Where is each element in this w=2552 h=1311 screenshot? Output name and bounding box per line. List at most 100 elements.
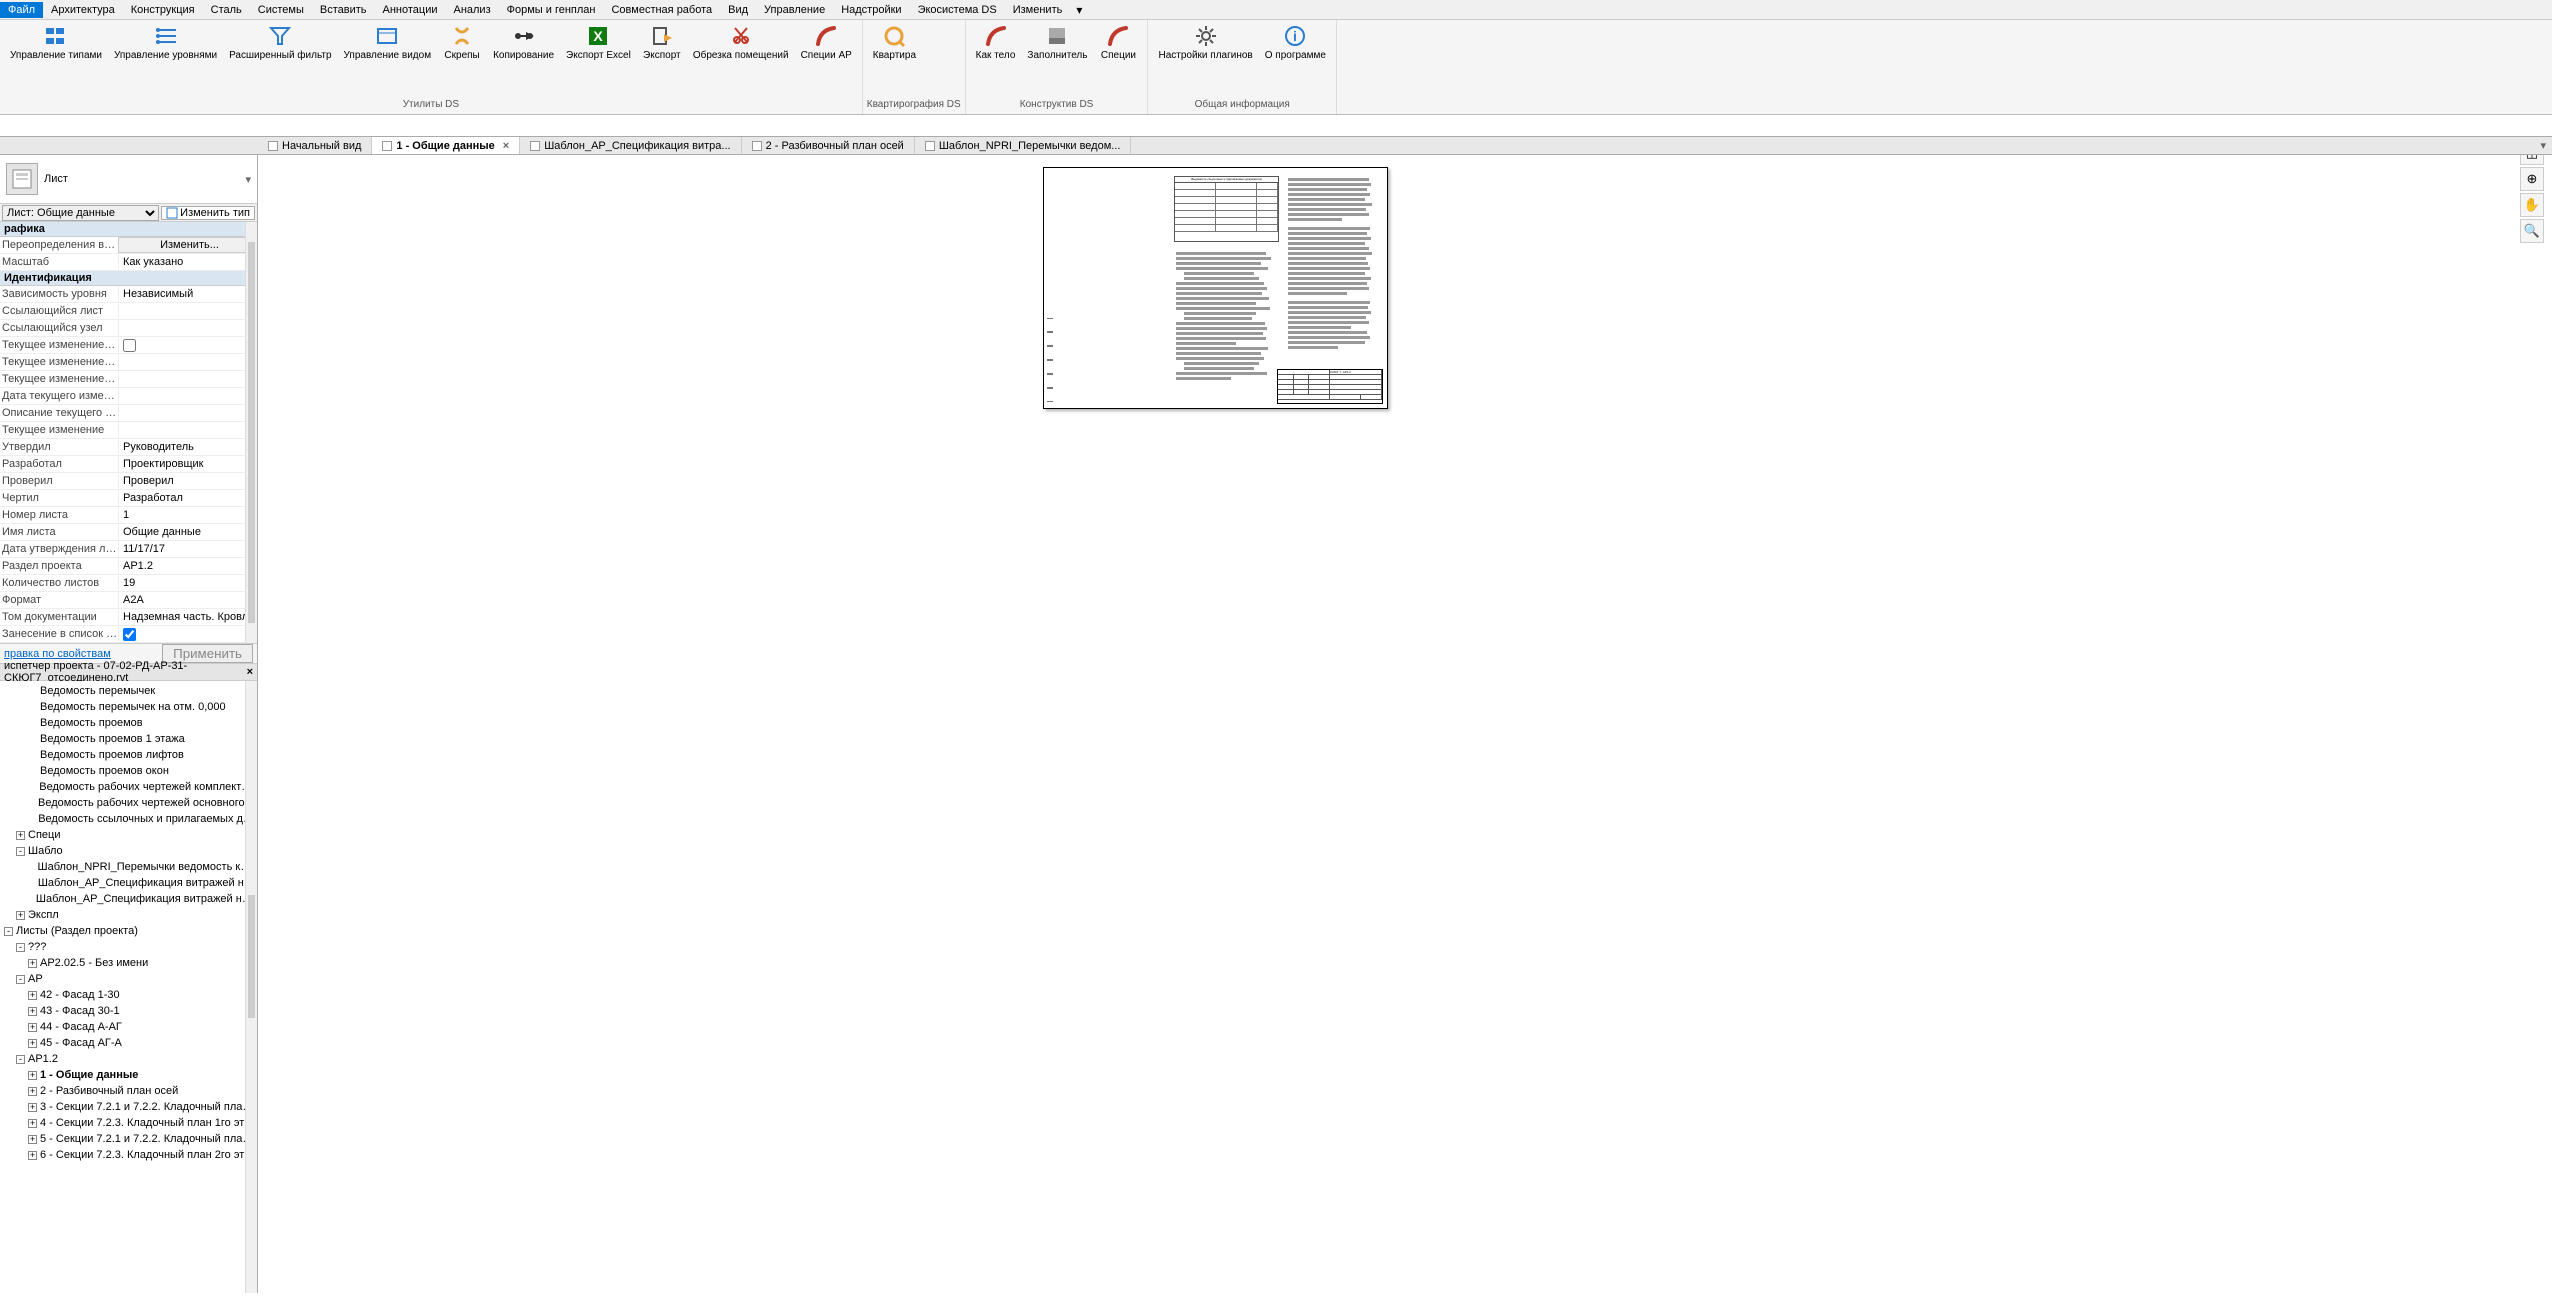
tab-start-view[interactable]: Начальный вид — [258, 137, 372, 154]
collapse-icon[interactable]: - — [16, 975, 25, 984]
nav-wheel-icon[interactable]: ⊕ — [2520, 167, 2544, 191]
btn-crop-rooms[interactable]: Обрезка помещений — [687, 22, 795, 97]
tree-item[interactable]: +Экспл — [0, 907, 257, 923]
property-value[interactable]: Разработал — [118, 490, 257, 506]
collapse-icon[interactable]: - — [4, 927, 13, 936]
property-value[interactable] — [118, 422, 257, 438]
property-value[interactable]: Проектировщик — [118, 456, 257, 472]
btn-manage-levels[interactable]: Управление уровнями — [108, 22, 223, 97]
property-checkbox[interactable] — [123, 339, 136, 352]
expand-icon[interactable]: + — [28, 991, 37, 1000]
tree-item[interactable]: +1 - Общие данные — [0, 1067, 257, 1083]
btn-plugin-settings[interactable]: Настройки плагинов — [1152, 22, 1258, 97]
expand-icon[interactable]: + — [28, 1039, 37, 1048]
property-value[interactable] — [118, 405, 257, 421]
tree-item[interactable]: +АР2.02.5 - Без имени — [0, 955, 257, 971]
expand-icon[interactable]: + — [28, 1151, 37, 1160]
btn-filler[interactable]: Заполнитель — [1021, 22, 1093, 97]
menu-analysis[interactable]: Анализ — [445, 2, 498, 18]
btn-manage-types[interactable]: Управление типами — [4, 22, 108, 97]
tree-item[interactable]: Шаблон_АР_Спецификация витражей на отм. … — [0, 875, 257, 891]
tree-item[interactable]: -АР1.2 — [0, 1051, 257, 1067]
property-value[interactable] — [118, 626, 257, 642]
menu-insert[interactable]: Вставить — [312, 2, 375, 18]
btn-about[interactable]: i О программе — [1259, 22, 1332, 97]
menu-view[interactable]: Вид — [720, 2, 756, 18]
property-value[interactable] — [118, 320, 257, 336]
properties-instance-select[interactable]: Лист: Общие данные — [2, 205, 159, 221]
properties-help-link[interactable]: правка по свойствам — [4, 648, 111, 660]
btn-clips[interactable]: Скрепы — [437, 22, 487, 97]
menu-forms[interactable]: Формы и генплан — [499, 2, 604, 18]
menu-steel[interactable]: Сталь — [203, 2, 250, 18]
property-value[interactable]: Надземная часть. Кровля. Корпус ... — [118, 609, 257, 625]
dropdown-icon[interactable]: ▾ — [245, 173, 251, 186]
expand-icon[interactable]: + — [28, 1135, 37, 1144]
scrollbar-thumb[interactable] — [248, 895, 255, 1017]
browser-scrollbar[interactable] — [245, 681, 257, 1293]
btn-manage-view[interactable]: Управление видом — [338, 22, 438, 97]
property-value[interactable] — [118, 337, 257, 353]
property-value[interactable]: Изменить... — [118, 237, 257, 253]
btn-apartment[interactable]: Квартира — [867, 22, 922, 97]
drawing-canvas[interactable]: Ведомость ссылочных и прилагаемых докуме… — [258, 137, 2552, 1293]
btn-export-excel[interactable]: X Экспорт Excel — [560, 22, 637, 97]
tree-item[interactable]: Ведомость перемычек на отм. 0,000 — [0, 699, 257, 715]
tree-item[interactable]: +6 - Секции 7.2.3. Кладочный план 2го эт… — [0, 1147, 257, 1163]
tab-general-data[interactable]: 1 - Общие данные × — [372, 137, 520, 154]
menu-manage[interactable]: Управление — [756, 2, 833, 18]
tree-item[interactable]: -??? — [0, 939, 257, 955]
collapse-icon[interactable]: - — [16, 1055, 25, 1064]
tree-item[interactable]: +5 - Секции 7.2.1 и 7.2.2. Кладочный пла… — [0, 1131, 257, 1147]
menu-addins[interactable]: Надстройки — [833, 2, 909, 18]
property-value[interactable] — [118, 303, 257, 319]
tab-close-icon[interactable]: × — [503, 140, 509, 152]
tree-item[interactable]: Ведомость проемов лифтов — [0, 747, 257, 763]
expand-icon[interactable]: + — [28, 1007, 37, 1016]
property-value[interactable]: 11/17/17 — [118, 541, 257, 557]
property-section-header[interactable]: Идентификация⌃ — [0, 271, 257, 286]
tree-item[interactable]: +4 - Секции 7.2.3. Кладочный план 1го эт… — [0, 1115, 257, 1131]
property-value[interactable]: Проверил — [118, 473, 257, 489]
expand-icon[interactable]: + — [28, 1087, 37, 1096]
tree-item[interactable]: +Специ — [0, 827, 257, 843]
property-value[interactable] — [118, 354, 257, 370]
menu-dropdown-icon[interactable]: ▾ — [1070, 3, 1088, 17]
property-value[interactable] — [118, 388, 257, 404]
property-value[interactable] — [118, 371, 257, 387]
btn-as-body[interactable]: Как тело — [970, 22, 1022, 97]
tab-axis-plan[interactable]: 2 - Разбивочный план осей — [742, 137, 915, 154]
property-section-header[interactable]: рафика⌃ — [0, 222, 257, 237]
tree-item[interactable]: -Листы (Раздел проекта) — [0, 923, 257, 939]
tree-item[interactable]: +43 - Фасад 30-1 — [0, 1003, 257, 1019]
expand-icon[interactable]: + — [28, 1119, 37, 1128]
property-value[interactable]: 1 — [118, 507, 257, 523]
tabbar-overflow-icon[interactable]: ▾ — [2534, 139, 2552, 152]
tab-template-npri[interactable]: Шаблон_NPRI_Перемычки ведом... — [915, 137, 1132, 154]
btn-spec[interactable]: Специи — [1093, 22, 1143, 97]
tree-item[interactable]: -Шабло — [0, 843, 257, 859]
menu-collab[interactable]: Совместная работа — [603, 2, 720, 18]
menu-construction[interactable]: Конструкция — [123, 2, 203, 18]
tree-item[interactable]: +45 - Фасад АГ-А — [0, 1035, 257, 1051]
menu-architecture[interactable]: Архитектура — [43, 2, 123, 18]
menu-systems[interactable]: Системы — [250, 2, 312, 18]
property-value[interactable]: Общие данные — [118, 524, 257, 540]
drawing-sheet[interactable]: Ведомость ссылочных и прилагаемых докуме… — [1043, 167, 1388, 409]
project-browser-close-icon[interactable]: × — [247, 666, 253, 678]
property-value[interactable]: А2А — [118, 592, 257, 608]
tree-item[interactable]: Ведомость проемов окон — [0, 763, 257, 779]
property-checkbox[interactable] — [123, 628, 136, 641]
tree-item[interactable]: -АР — [0, 971, 257, 987]
property-value[interactable]: 19 — [118, 575, 257, 591]
collapse-icon[interactable]: - — [16, 943, 25, 952]
menu-modify[interactable]: Изменить — [1005, 2, 1071, 18]
properties-type-selector[interactable]: Лист ▾ — [0, 155, 257, 204]
tree-item[interactable]: +3 - Секции 7.2.1 и 7.2.2. Кладочный пла… — [0, 1099, 257, 1115]
menu-annotations[interactable]: Аннотации — [375, 2, 446, 18]
expand-icon[interactable]: + — [28, 959, 37, 968]
tree-item[interactable]: Ведомость рабочих чертежей основного ком… — [0, 795, 257, 811]
expand-icon[interactable]: + — [16, 831, 25, 840]
btn-extended-filter[interactable]: Расширенный фильтр — [223, 22, 337, 97]
edit-type-button[interactable]: Изменить тип — [161, 206, 255, 220]
